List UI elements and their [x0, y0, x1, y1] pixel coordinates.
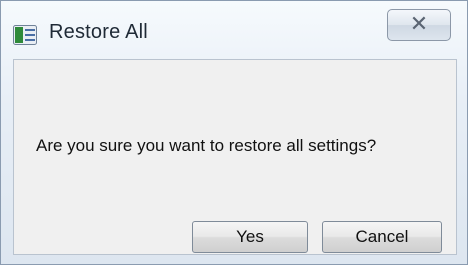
- confirmation-message: Are you sure you want to restore all set…: [36, 136, 377, 155]
- title-bar[interactable]: Restore All ✕: [1, 1, 467, 59]
- yes-button[interactable]: Yes: [192, 221, 308, 253]
- cancel-button[interactable]: Cancel: [322, 221, 442, 253]
- dialog-window: Restore All ✕ Are you sure you want to r…: [0, 0, 468, 265]
- dialog-body: Are you sure you want to restore all set…: [13, 59, 457, 255]
- close-button[interactable]: ✕: [387, 9, 451, 41]
- window-title: Restore All: [49, 21, 148, 43]
- close-icon: ✕: [409, 12, 429, 37]
- app-window-icon: [13, 25, 37, 45]
